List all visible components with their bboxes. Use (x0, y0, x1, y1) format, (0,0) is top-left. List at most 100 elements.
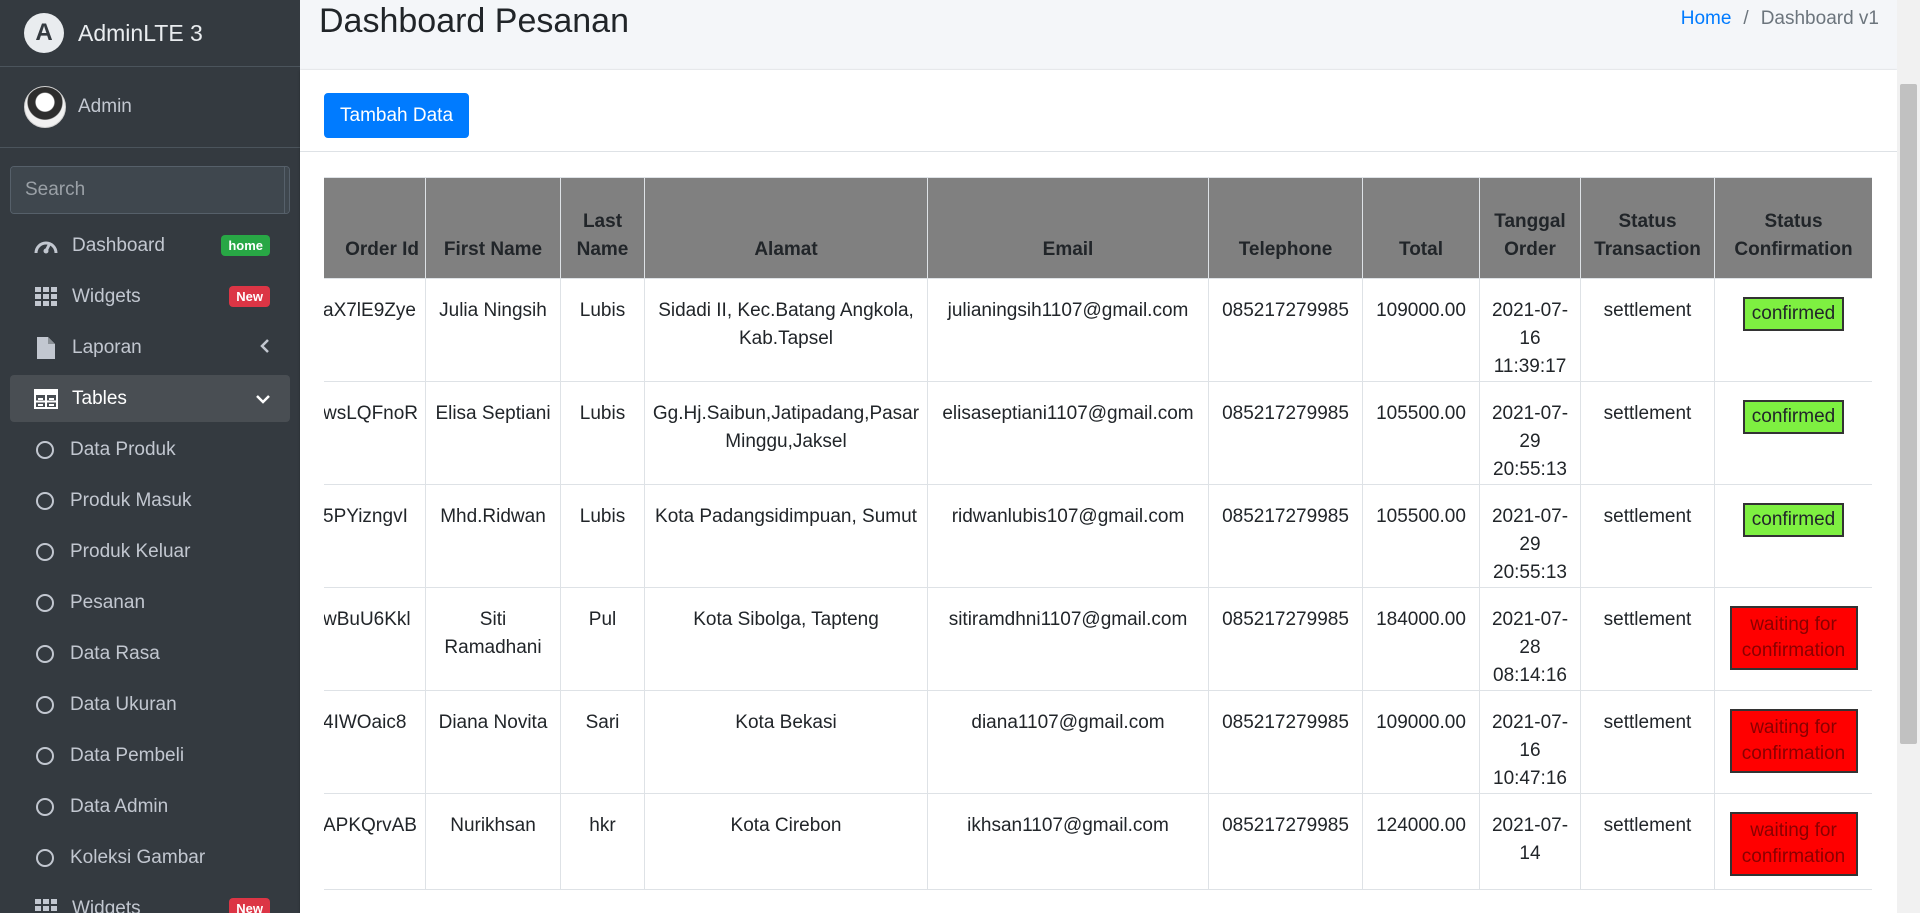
orders-table: Order Id First Name Last Name Alamat Ema… (324, 177, 1872, 890)
column-header[interactable]: Status Transaction (1580, 177, 1715, 279)
sidebar-subitem-data-admin[interactable]: Data Admin (10, 783, 290, 830)
last-name-cell: Lubis (560, 381, 645, 485)
email-cell: julianingsih1107@gmail.com (927, 278, 1209, 382)
sidebar-subitem-label: Pesanan (70, 591, 146, 613)
sidebar-item-label: Dashboard (72, 234, 165, 256)
sidebar-subitem-koleksi-gambar[interactable]: Koleksi Gambar (10, 834, 290, 881)
confirmation-status-cell: waiting for confirmation (1714, 690, 1872, 794)
total-cell: 109000.00 (1362, 690, 1480, 794)
order-date-cell: 2021-07-16 11:39:17 (1479, 278, 1581, 382)
column-header[interactable]: Alamat (644, 177, 928, 279)
breadcrumb-home-link[interactable]: Home (1681, 8, 1732, 30)
order-id-cell: 4IWOaic8 (324, 690, 426, 794)
address-cell: Sidadi II, Kec.Batang Angkola, Kab.Tapse… (644, 278, 928, 382)
order-date-cell: 2021-07-28 08:14:16 (1479, 587, 1581, 691)
confirmation-status-cell: waiting for confirmation (1714, 793, 1872, 890)
total-cell: 105500.00 (1362, 484, 1480, 588)
sidebar-subitem-produk-masuk[interactable]: Produk Masuk (10, 477, 290, 524)
sidebar-subitem-produk-keluar[interactable]: Produk Keluar (10, 528, 290, 575)
transaction-status-cell: settlement (1580, 278, 1715, 382)
content-header: Dashboard Pesanan Home / Dashboard v1 (300, 0, 1897, 68)
address-cell: Kota Bekasi (644, 690, 928, 794)
waiting-status-button[interactable]: waiting for confirmation (1729, 709, 1858, 773)
sidebar-subitem-label: Data Rasa (70, 642, 160, 664)
user-name[interactable]: Admin (78, 96, 132, 118)
file-icon (34, 336, 58, 360)
brand-logo-icon: A (24, 13, 64, 53)
table-icon (34, 387, 58, 411)
add-data-button[interactable]: Tambah Data (324, 93, 470, 138)
page-scrollbar[interactable] (1897, 0, 1920, 913)
sidebar-subitem-data-ukuran[interactable]: Data Ukuran (10, 681, 290, 728)
address-cell: Gg.Hj.Saibun,Jatipadang,Pasar Minggu,Jak… (644, 381, 928, 485)
sidebar-item-widgets[interactable]: Widgets New (10, 273, 290, 320)
sidebar-subitem-label: Data Admin (70, 795, 169, 817)
order-date-cell: 2021-07-29 20:55:13 (1479, 484, 1581, 588)
new-badge: New (229, 286, 270, 307)
home-badge: home (221, 235, 270, 256)
sidebar-item-dashboard[interactable]: Dashboard home (10, 222, 290, 269)
column-header[interactable]: First Name (425, 177, 561, 279)
column-header[interactable]: Order Id (324, 177, 426, 279)
grid-icon (34, 897, 58, 913)
table-row: wBuU6Kkl Siti Ramadhani Pul Kota Sibolga… (324, 587, 1872, 691)
confirmed-status-button[interactable]: confirmed (1742, 503, 1845, 537)
sidebar-item-label: Widgets (72, 285, 141, 307)
column-header[interactable]: Total (1362, 177, 1480, 279)
waiting-status-button[interactable]: waiting for confirmation (1729, 812, 1858, 876)
column-header[interactable]: Telephone (1208, 177, 1363, 279)
sidebar-search (10, 166, 290, 214)
circle-icon (36, 593, 54, 612)
sidebar-item-label: Widgets (72, 897, 141, 913)
brand-link[interactable]: A AdminLTE 3 (0, 0, 300, 67)
column-header[interactable]: Status Confirmation (1714, 177, 1872, 279)
order-id-cell: wBuU6Kkl (324, 587, 426, 691)
telephone-cell: 085217279985 (1208, 690, 1363, 794)
email-cell: elisaseptiani1107@gmail.com (927, 381, 1209, 485)
circle-icon (36, 542, 54, 561)
breadcrumb: Home / Dashboard v1 (1681, 8, 1879, 30)
circle-icon (36, 440, 54, 459)
transaction-status-cell: settlement (1580, 381, 1715, 485)
confirmed-status-button[interactable]: confirmed (1742, 297, 1845, 331)
sidebar-item-laporan[interactable]: Laporan (10, 324, 290, 371)
confirmation-status-cell: confirmed (1714, 484, 1872, 588)
last-name-cell: Pul (560, 587, 645, 691)
email-cell: ridwanlubis107@gmail.com (927, 484, 1209, 588)
orders-card: Tambah Data Order Id First Name Last Nam… (300, 70, 1897, 913)
telephone-cell: 085217279985 (1208, 381, 1363, 485)
email-cell: ikhsan1107@gmail.com (927, 793, 1209, 890)
page-title: Dashboard Pesanan (319, 2, 630, 40)
transaction-status-cell: settlement (1580, 793, 1715, 890)
circle-icon (36, 491, 54, 510)
sidebar-item-tables[interactable]: Tables (10, 375, 290, 422)
avatar (24, 86, 66, 128)
confirmation-status-cell: confirmed (1714, 278, 1872, 382)
address-cell: Kota Padangsidimpuan, Sumut (644, 484, 928, 588)
order-id-cell: APKQrvAB (324, 793, 426, 890)
waiting-status-button[interactable]: waiting for confirmation (1729, 606, 1858, 670)
last-name-cell: hkr (560, 793, 645, 890)
column-header[interactable]: Email (927, 177, 1209, 279)
sidebar-subitem-data-rasa[interactable]: Data Rasa (10, 630, 290, 677)
circle-icon (36, 644, 54, 663)
scrollbar-thumb[interactable] (1900, 84, 1917, 744)
search-input[interactable] (11, 167, 284, 213)
user-panel[interactable]: Admin (0, 67, 300, 148)
orders-table-wrapper[interactable]: Order Id First Name Last Name Alamat Ema… (324, 177, 1872, 890)
order-date-cell: 2021-07-29 20:55:13 (1479, 381, 1581, 485)
sidebar-subitem-label: Produk Keluar (70, 540, 191, 562)
sidebar-subitem-pesanan[interactable]: Pesanan (10, 579, 290, 626)
column-header[interactable]: Last Name (560, 177, 645, 279)
sidebar-item-widgets-2[interactable]: Widgets New (10, 885, 290, 913)
sidebar-subitem-data-pembeli[interactable]: Data Pembeli (10, 732, 290, 779)
search-button[interactable] (284, 167, 289, 213)
first-name-cell: Julia Ningsih (425, 278, 561, 382)
sidebar-subitem-data-produk[interactable]: Data Produk (10, 426, 290, 473)
confirmed-status-button[interactable]: confirmed (1742, 400, 1845, 434)
transaction-status-cell: settlement (1580, 484, 1715, 588)
column-header[interactable]: Tanggal Order (1479, 177, 1581, 279)
new-badge: New (229, 898, 270, 913)
table-row: aX7lE9Zye Julia Ningsih Lubis Sidadi II,… (324, 278, 1872, 382)
telephone-cell: 085217279985 (1208, 793, 1363, 890)
